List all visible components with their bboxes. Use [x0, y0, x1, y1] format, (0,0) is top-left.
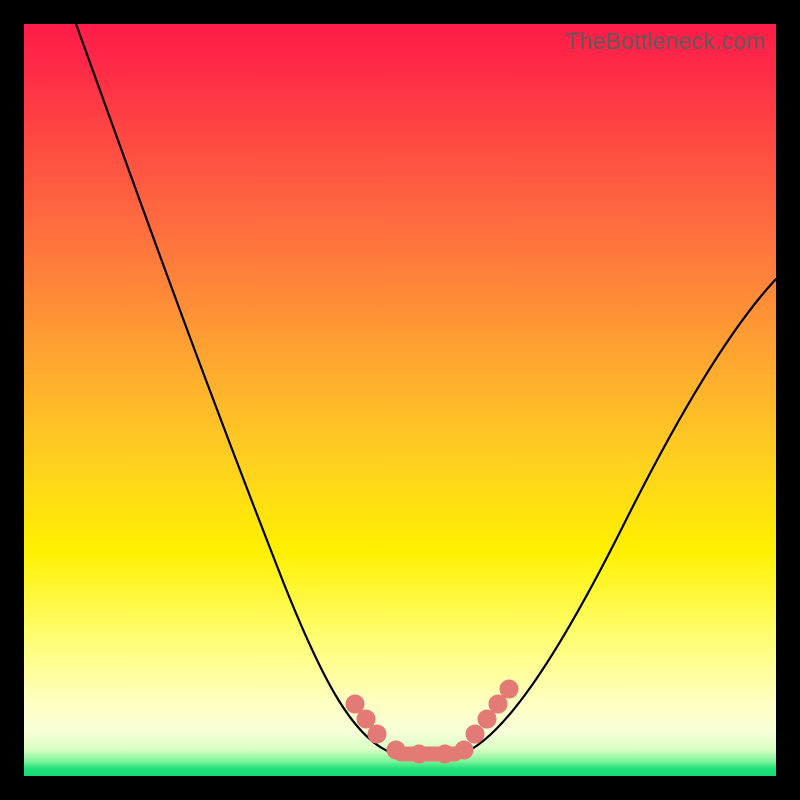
marker-dot	[368, 725, 386, 743]
bottleneck-curve-path	[76, 24, 776, 756]
marker-dot	[346, 695, 364, 713]
marker-dot	[500, 680, 518, 698]
marker-flat	[394, 747, 462, 761]
marker-dot	[478, 710, 496, 728]
chart-frame: TheBottleneck.com	[0, 0, 800, 800]
plot-area: TheBottleneck.com	[24, 24, 776, 776]
marker-dot	[357, 710, 375, 728]
curve-layer	[24, 24, 776, 776]
marker-group	[346, 680, 518, 763]
marker-dot	[466, 725, 484, 743]
marker-dot	[489, 695, 507, 713]
